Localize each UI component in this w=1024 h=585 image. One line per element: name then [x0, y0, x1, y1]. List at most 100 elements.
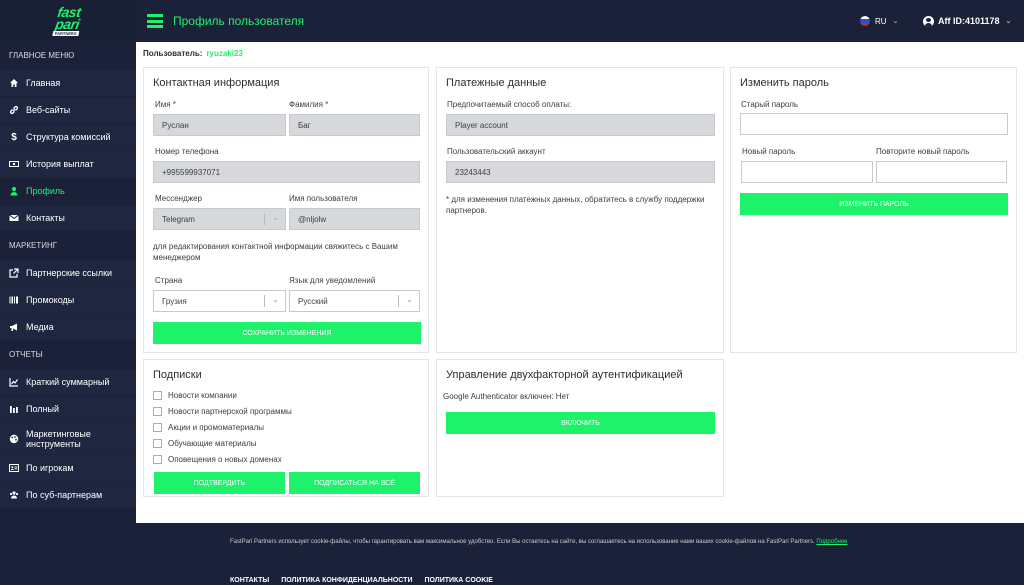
- users-icon: [9, 490, 19, 500]
- cookie-notice: FastPari Partners использует cookie-файл…: [230, 538, 920, 547]
- payment-card: Платежные данные Предпочитаемый способ о…: [436, 67, 724, 353]
- checkbox[interactable]: [153, 439, 162, 448]
- section-title-main: Главное меню: [0, 42, 136, 70]
- sidebar-item-payout-history[interactable]: История выплат: [0, 151, 136, 178]
- checkbox[interactable]: [153, 455, 162, 464]
- chart-icon: [9, 377, 19, 387]
- russia-flag-icon: [860, 16, 870, 26]
- old-password-label: Старый пароль: [741, 100, 799, 109]
- subscription-label: Новости компании: [168, 391, 237, 400]
- logo[interactable]: fast pari PARTNERS: [0, 0, 136, 42]
- confirm-subscriptions-button[interactable]: Подтвердить: [154, 472, 285, 494]
- sidebar-item-websites[interactable]: Веб-сайты: [0, 97, 136, 124]
- sidebar-item-label: По суб-партнерам: [26, 490, 103, 500]
- payment-account-label: Пользовательский аккаунт: [447, 147, 546, 156]
- sidebar-item-marketing-tools[interactable]: Маркетинговые инструменты: [0, 423, 136, 455]
- footer-links: Контакты Политика конфиденциальности Пол…: [230, 577, 505, 584]
- last-name-field[interactable]: Баг: [289, 114, 420, 136]
- payment-account-field[interactable]: 23243443: [446, 161, 715, 183]
- logo-mark: fast pari PARTNERS: [52, 4, 83, 36]
- main-content: Пользователь: ryuzaki23 Контактная информ…: [136, 42, 1024, 523]
- logo-sub: PARTNERS: [52, 31, 80, 36]
- sidebar-item-label: Профиль: [26, 186, 65, 196]
- twofa-card-title: Управление двухфакторной аутентификацией: [446, 369, 683, 381]
- top-header: Профиль пользователя RU ⌄ Aff ID:4101178…: [136, 0, 1024, 42]
- first-name-label: Имя *: [155, 100, 176, 109]
- checkbox[interactable]: [153, 423, 162, 432]
- sidebar-item-commission[interactable]: $ Структура комиссий: [0, 124, 136, 151]
- chevron-down-icon: ⌄: [1005, 18, 1012, 25]
- messenger-value: Telegram: [162, 214, 195, 224]
- sidebar-item-full[interactable]: Полный: [0, 396, 136, 423]
- chevron-down-icon: ⌄: [272, 213, 279, 222]
- palette-icon: [9, 434, 19, 444]
- subscription-item-program-news[interactable]: Новости партнерской программы: [153, 407, 292, 416]
- sidebar-item-summary[interactable]: Краткий суммарный: [0, 369, 136, 396]
- bar-chart-icon: [9, 404, 19, 414]
- envelope-icon: [9, 213, 19, 223]
- menu-toggle-icon[interactable]: [147, 14, 163, 28]
- subscription-item-company-news[interactable]: Новости компании: [153, 391, 237, 400]
- change-password-button[interactable]: Изменить пароль: [740, 193, 1008, 215]
- first-name-field[interactable]: Руслан: [153, 114, 286, 136]
- payment-method-label: Предпочитаемый способ оплаты:: [447, 100, 572, 109]
- twofa-status: Google Authenticator включен: Нет: [443, 392, 570, 401]
- subscription-item-domains[interactable]: Оповещения о новых доменах: [153, 455, 282, 464]
- contact-card-title: Контактная информация: [153, 77, 280, 89]
- checkbox[interactable]: [153, 407, 162, 416]
- notify-lang-value: Русский: [298, 296, 328, 306]
- notify-lang-label: Язык для уведомлений: [289, 276, 376, 285]
- save-changes-button[interactable]: Сохранить изменения: [153, 322, 421, 344]
- username-field[interactable]: @nljolw: [289, 208, 420, 230]
- footer-link-privacy[interactable]: Политика конфиденциальности: [281, 577, 412, 584]
- subscription-item-training[interactable]: Обучающие материалы: [153, 439, 257, 448]
- language-selector[interactable]: RU ⌄: [860, 0, 898, 42]
- sidebar-item-sub-partners[interactable]: По суб-партнерам: [0, 482, 136, 509]
- id-card-icon: [9, 463, 19, 473]
- payment-method-field[interactable]: Player account: [446, 114, 715, 136]
- subscription-label: Обучающие материалы: [168, 439, 257, 448]
- aff-id: Aff ID:4101178: [938, 16, 1000, 26]
- new-password-input[interactable]: [741, 161, 873, 183]
- sidebar-item-by-players[interactable]: По игрокам: [0, 455, 136, 482]
- home-icon: [9, 78, 19, 88]
- footer-link-contacts[interactable]: Контакты: [230, 577, 269, 584]
- country-label: Страна: [155, 276, 183, 285]
- sidebar-item-label: Структура комиссий: [26, 132, 111, 142]
- sidebar-item-label: Главная: [26, 78, 61, 88]
- user-line: Пользователь: ryuzaki23: [143, 49, 243, 58]
- money-icon: [9, 159, 19, 169]
- checkbox[interactable]: [153, 391, 162, 400]
- contact-card: Контактная информация Имя * Фамилия * Ру…: [143, 67, 429, 353]
- link-icon: [9, 105, 19, 115]
- country-select[interactable]: Грузия ⌄: [153, 290, 286, 312]
- footer-link-cookie[interactable]: Политика cookie: [424, 577, 492, 584]
- subscription-label: Акции и промоматериалы: [168, 423, 265, 432]
- account-menu[interactable]: Aff ID:4101178 ⌄: [923, 0, 1011, 42]
- messenger-select[interactable]: Telegram ⌄: [153, 208, 286, 230]
- sidebar-item-home[interactable]: Главная: [0, 70, 136, 97]
- subscribe-all-button[interactable]: Подписаться на всё: [289, 472, 420, 494]
- sidebar-item-media[interactable]: Медиа: [0, 314, 136, 341]
- subscription-item-promos[interactable]: Акции и промоматериалы: [153, 423, 264, 432]
- sidebar-item-partner-links[interactable]: Партнерские ссылки: [0, 260, 136, 287]
- section-title-marketing: Маркетинг: [0, 232, 136, 260]
- repeat-password-input[interactable]: [876, 161, 1007, 183]
- sidebar-item-contacts[interactable]: Контакты: [0, 205, 136, 232]
- old-password-input[interactable]: [740, 113, 1008, 135]
- sidebar-item-promocodes[interactable]: Промокоды: [0, 287, 136, 314]
- sidebar-item-profile[interactable]: Профиль: [0, 178, 136, 205]
- notify-lang-select[interactable]: Русский ⌄: [289, 290, 420, 312]
- dollar-icon: $: [11, 131, 17, 143]
- sidebar-item-label: История выплат: [26, 159, 94, 169]
- subscription-label: Новости партнерской программы: [168, 407, 292, 416]
- repeat-password-label: Повторите новый пароль: [876, 147, 970, 156]
- enable-twofa-button[interactable]: Включить: [446, 412, 715, 434]
- phone-field[interactable]: +995599937071: [153, 161, 420, 183]
- cookie-more-link[interactable]: Подробнее: [816, 539, 847, 545]
- user-name: ryuzaki23: [206, 49, 243, 58]
- contact-note: для редактирования контактной информации…: [153, 242, 398, 262]
- subscriptions-card-title: Подписки: [153, 369, 202, 381]
- sidebar-item-label: Полный: [26, 404, 59, 414]
- phone-label: Номер телефона: [155, 147, 219, 156]
